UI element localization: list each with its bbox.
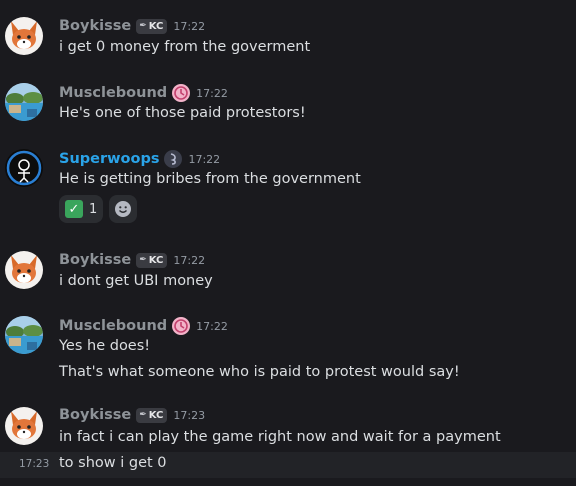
timestamp: 17:22 — [173, 253, 206, 267]
sword-icon: ✒ — [139, 20, 147, 31]
reaction-count: 1 — [89, 201, 98, 217]
avatar[interactable] — [5, 316, 43, 354]
message-text: That's what someone who is paid to prote… — [59, 364, 460, 380]
timestamp: 17:23 — [173, 408, 206, 422]
server-tag-label: KC — [148, 409, 164, 421]
sword-icon: ✒ — [139, 254, 147, 265]
server-tag-label: KC — [148, 254, 164, 266]
server-tag[interactable]: ✒ KC — [136, 407, 168, 423]
message-text: Yes he does! — [59, 338, 151, 354]
server-tag-label: KC — [148, 20, 164, 32]
timestamp: 17:22 — [188, 152, 221, 166]
message-text: i dont get UBI money — [59, 273, 213, 289]
message-text: i get 0 money from the goverment — [59, 39, 311, 55]
username[interactable]: Musclebound — [59, 85, 167, 101]
avatar[interactable] — [5, 251, 43, 289]
role-icon[interactable] — [172, 84, 191, 102]
avatar[interactable] — [5, 83, 43, 121]
message-text: to show i get 0 — [59, 455, 167, 471]
smiley-icon — [115, 201, 132, 217]
avatar[interactable] — [5, 149, 43, 187]
avatar[interactable] — [5, 407, 43, 445]
message-text: He's one of those paid protestors! — [59, 105, 306, 121]
reaction-check[interactable]: ✓ 1 — [59, 195, 104, 223]
sword-icon: ✒ — [139, 409, 147, 420]
message-text: He is getting bribes from the government — [59, 171, 361, 187]
hovered-message-row[interactable]: 17:23 to show i get 0 — [0, 452, 576, 478]
server-tag[interactable]: ✒ KC — [136, 18, 168, 34]
avatar[interactable] — [5, 17, 43, 55]
timestamp: 17:22 — [196, 319, 228, 333]
username[interactable]: Boykisse — [59, 252, 131, 268]
username[interactable]: Boykisse — [59, 18, 131, 34]
add-reaction-button[interactable] — [109, 195, 138, 223]
server-tag[interactable]: ✒ KC — [136, 252, 168, 268]
timestamp: 17:22 — [173, 19, 206, 33]
role-icon[interactable] — [172, 317, 191, 335]
timestamp: 17:22 — [196, 86, 228, 100]
reactions-bar: ✓ 1 — [59, 195, 138, 223]
username[interactable]: Boykisse — [59, 407, 131, 423]
username[interactable]: Superwoops — [59, 151, 159, 167]
role-icon[interactable] — [164, 150, 183, 168]
white-check-mark-icon: ✓ — [65, 200, 83, 218]
hover-timestamp: 17:23 — [19, 458, 50, 470]
username[interactable]: Musclebound — [59, 318, 167, 334]
message-text: in fact i can play the game right now an… — [59, 429, 501, 445]
